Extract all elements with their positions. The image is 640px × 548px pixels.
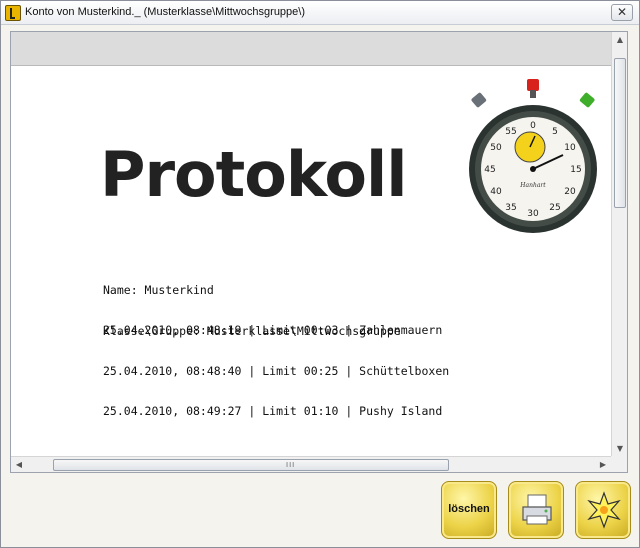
starburst-center — [600, 506, 608, 514]
scroll-left-arrow-icon[interactable]: ◀ — [11, 457, 27, 473]
protocol-content: Protokoll Name: Musterkind Klasse\Gruppe… — [11, 67, 611, 457]
printer-output — [526, 515, 548, 525]
log-entry: 25.04.2010, 08:48:19 | Limit 00:03 | Zah… — [103, 323, 443, 337]
delete-button-label: löschen — [448, 503, 490, 515]
delete-button[interactable]: löschen — [441, 481, 497, 539]
app-logo-icon — [5, 5, 21, 21]
stopwatch-crown-center — [527, 79, 539, 91]
scroll-right-arrow-icon[interactable]: ▶ — [595, 457, 611, 473]
close-button[interactable]: ✕ — [611, 4, 633, 21]
account-window: Konto von Musterkind._ (Musterklasse\Mit… — [0, 0, 640, 548]
dial-number: 50 — [490, 143, 502, 153]
stopwatch-brand: Hanhart — [519, 182, 546, 189]
log-entry: 25.04.2010, 08:49:27 | Limit 01:10 | Pus… — [103, 404, 443, 418]
stopwatch-pusher-right — [579, 92, 595, 108]
horizontal-scrollbar[interactable]: ◀ III ▶ — [11, 456, 611, 472]
starburst-icon — [587, 491, 621, 529]
printer-led — [544, 509, 548, 513]
vertical-scroll-thumb[interactable] — [614, 58, 626, 208]
stopwatch-pusher-left — [471, 92, 487, 108]
dial-number: 40 — [490, 187, 502, 197]
dial-number: 25 — [549, 203, 560, 213]
scroll-up-arrow-icon[interactable]: ▲ — [612, 32, 628, 48]
dial-number: 55 — [505, 127, 516, 137]
dial-number: 30 — [527, 209, 539, 219]
stopwatch-pusher-right-cap — [579, 92, 595, 108]
viewer-header-band — [11, 32, 611, 66]
dial-number: 15 — [570, 165, 581, 175]
dial-number: 45 — [484, 165, 495, 175]
dial-number: 35 — [505, 203, 516, 213]
dial-number: 5 — [552, 127, 558, 137]
title-bar: Konto von Musterkind._ (Musterklasse\Mit… — [1, 1, 639, 25]
dial-number: 20 — [564, 187, 576, 197]
horizontal-scroll-thumb[interactable]: III — [53, 459, 449, 471]
new-button[interactable] — [575, 481, 631, 539]
printer-icon — [522, 494, 552, 525]
protocol-viewer: Protokoll Name: Musterkind Klasse\Gruppe… — [10, 31, 628, 473]
scrollbar-corner — [611, 456, 627, 472]
stopwatch-crown-stem — [530, 90, 536, 98]
scroll-down-arrow-icon[interactable]: ▼ — [612, 441, 628, 457]
dial-number: 0 — [530, 121, 536, 131]
scroll-grip-icon: III — [286, 461, 296, 469]
window-title: Konto von Musterkind._ (Musterklasse\Mit… — [25, 6, 306, 18]
dial-number: 10 — [564, 143, 576, 153]
protocol-heading: Protokoll — [100, 138, 408, 211]
vertical-scrollbar[interactable]: ▲ ▼ — [611, 32, 627, 457]
activity-log: 25.04.2010, 08:48:19 | Limit 00:03 | Zah… — [103, 297, 449, 446]
stopwatch-pusher-left-cap — [471, 92, 487, 108]
stopwatch-hub — [530, 166, 536, 172]
printer-paper — [527, 494, 547, 508]
print-button[interactable] — [508, 481, 564, 539]
student-name-line: Name: Musterkind — [103, 283, 214, 297]
stopwatch-icon: 0 5 10 15 20 25 30 35 40 45 50 55 Hanhar… — [469, 79, 597, 233]
log-entry: 25.04.2010, 08:48:40 | Limit 00:25 | Sch… — [103, 363, 450, 378]
